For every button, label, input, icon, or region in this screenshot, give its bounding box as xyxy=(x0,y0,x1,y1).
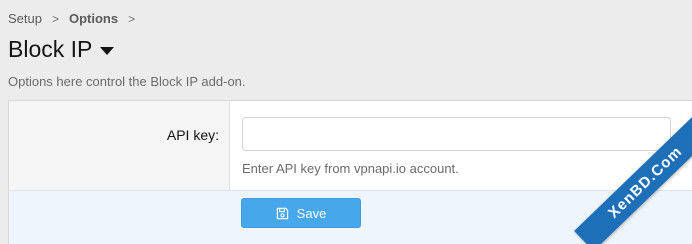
api-key-input[interactable] xyxy=(242,117,671,151)
breadcrumb-separator: > xyxy=(128,11,136,26)
save-button-label: Save xyxy=(296,205,327,221)
page-title[interactable]: Block IP xyxy=(8,36,115,63)
caret-down-icon[interactable] xyxy=(100,46,115,55)
breadcrumb-item-options[interactable]: Options xyxy=(69,11,118,26)
api-key-label: API key: xyxy=(166,127,219,143)
page-title-text: Block IP xyxy=(8,36,93,62)
page-description: Options here control the Block IP add-on… xyxy=(8,74,246,89)
form-row-api-key: API key: Enter API key from vpnapi.io ac… xyxy=(9,101,692,190)
label-column: API key: xyxy=(9,101,230,190)
breadcrumb-separator: > xyxy=(51,11,59,26)
save-icon xyxy=(276,207,289,220)
breadcrumb: Setup > Options > xyxy=(8,11,145,26)
api-key-hint: Enter API key from vpnapi.io account. xyxy=(242,161,459,176)
breadcrumb-item-setup[interactable]: Setup xyxy=(8,11,42,26)
save-button[interactable]: Save xyxy=(241,198,361,228)
